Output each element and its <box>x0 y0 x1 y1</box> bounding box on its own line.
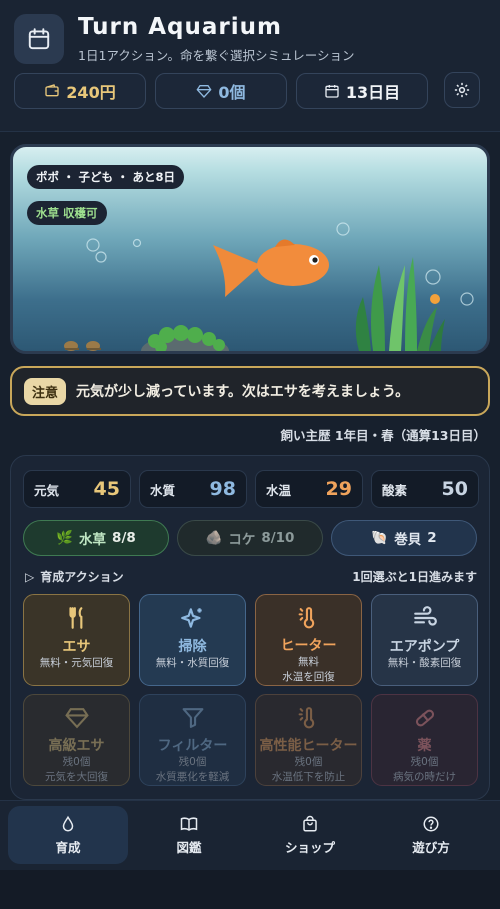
notice-badge: 注意 <box>24 377 67 405</box>
actions-hint: 1回選ぶと1日進みます <box>352 570 477 584</box>
env-snail[interactable]: 🐚 巻貝 2 <box>331 520 477 556</box>
money-stat[interactable]: 240円 <box>14 73 146 109</box>
calendar-app-icon <box>14 14 64 64</box>
action-clean-button[interactable]: 掃除 無料・水質回復 <box>139 594 246 686</box>
metric-water-temp: 水温 29 <box>255 470 363 508</box>
money-value: 240円 <box>66 83 116 102</box>
metric-oxygen: 酸素 50 <box>371 470 479 508</box>
thermometer-icon <box>298 607 314 629</box>
gem-stat[interactable]: 0個 <box>155 73 287 109</box>
action-medicine-button[interactable]: 薬 残0個 病気の時だけ <box>371 694 478 786</box>
action-heater-button[interactable]: ヒーター 無料 水温を回復 <box>255 594 362 686</box>
day-stat[interactable]: 13日目 <box>296 73 428 109</box>
metric-water-quality: 水質 98 <box>139 470 247 508</box>
diamond-icon <box>196 85 212 98</box>
action-premium-feed-button[interactable]: 高級エサ 残0個 元気を大回復 <box>23 694 130 786</box>
goldfish <box>213 239 329 297</box>
env-waterweed[interactable]: 🌿 水草 8/8 <box>23 520 169 556</box>
nav-encyclopedia[interactable]: 図鑑 <box>129 806 249 864</box>
nav-shop[interactable]: ショップ <box>250 806 370 864</box>
env-algae[interactable]: 🪨 コケ 8/10 <box>177 520 323 556</box>
nav-care[interactable]: 育成 <box>8 806 128 864</box>
fish-status-tag: ポポ ・ 子ども ・ あと8日 <box>27 165 185 189</box>
actions-title: ▷ 育成アクション <box>25 570 124 584</box>
day-value: 13日目 <box>345 83 401 102</box>
filter-icon <box>182 708 203 728</box>
plant-status-tag: 水草 収穫可 <box>27 201 107 225</box>
action-filter-button[interactable]: フィルター 残0個 水質悪化を軽減 <box>139 694 246 786</box>
app-subtitle: 1日1アクション。命を繋ぐ選択シミュレーション <box>78 48 355 63</box>
thermometer-icon <box>298 707 314 729</box>
nav-how-to-play[interactable]: 遊び方 <box>371 806 491 864</box>
care-panel: 元気 45 水質 98 水温 29 酸素 50 🌿 水草 8/8 🪨 コケ 8/… <box>10 455 490 800</box>
diamond-icon <box>64 708 89 729</box>
sparkle-icon <box>180 608 202 628</box>
notice-text: 元気が少し減っています。次はエサを考えましょう。 <box>76 384 410 400</box>
leaf-icon: 🌿 <box>56 530 74 546</box>
actions-header: ▷ 育成アクション 1回選ぶと1日進みます <box>25 568 477 585</box>
moss-rock-icon: 🪨 <box>205 530 223 546</box>
calendar-icon <box>325 85 339 98</box>
app-title: Turn Aquarium <box>78 14 282 40</box>
shell-icon: 🐚 <box>371 530 389 546</box>
play-icon: ▷ <box>25 570 35 584</box>
action-pro-heater-button[interactable]: 高性能ヒーター 残0個 水温低下を防止 <box>255 694 362 786</box>
aquarium-tank[interactable]: ポポ ・ 子ども ・ あと8日 水草 収穫可 <box>10 144 490 354</box>
wind-icon <box>413 606 437 626</box>
gear-icon <box>454 82 470 98</box>
metric-energy: 元気 45 <box>23 470 131 508</box>
bag-icon <box>303 815 317 831</box>
action-feed-button[interactable]: エサ 無料・元気回復 <box>23 594 130 686</box>
pill-icon <box>415 709 434 727</box>
wallet-icon <box>45 84 59 97</box>
app-header: Turn Aquarium 1日1アクション。命を繋ぐ選択シミュレーション 24… <box>0 0 500 132</box>
gem-value: 0個 <box>218 83 246 102</box>
system-bottom-bar <box>0 870 500 909</box>
drop-icon <box>62 815 74 831</box>
action-air-pump-button[interactable]: エアポンプ 無料・酸素回復 <box>371 594 478 686</box>
help-icon <box>423 816 439 831</box>
fork-knife-icon <box>68 607 82 629</box>
bottom-nav: 育成 図鑑 ショップ 遊び方 <box>0 800 500 870</box>
book-icon <box>180 817 198 831</box>
notice-banner: 注意 元気が少し減っています。次はエサを考えましょう。 <box>10 366 490 416</box>
settings-button[interactable] <box>444 72 480 108</box>
owner-history: 飼い主歴 1年目・春（通算13日目） <box>280 428 486 443</box>
